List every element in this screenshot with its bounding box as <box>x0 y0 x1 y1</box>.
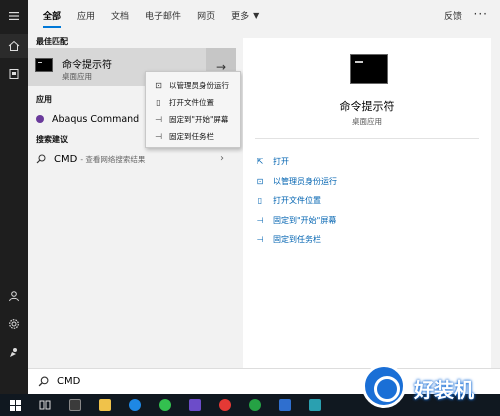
detail-panel: 命令提示符 桌面应用 ⇱ 打开 ⊡ 以管理员身份运行 ▯ 打开文件位置 ⊣ 固定到"开始… <box>243 38 491 368</box>
chevron-down-icon: ▼ <box>253 10 260 20</box>
search-suggestions-heading: 搜索建议 <box>36 135 68 144</box>
abaqus-app-icon <box>36 115 44 123</box>
web-suggestion-query: CMD <box>54 153 78 165</box>
abaqus-taskbar-icon[interactable] <box>300 394 330 416</box>
search-input[interactable]: CMD <box>57 376 80 387</box>
tab-web[interactable]: 网页 <box>197 0 215 30</box>
menu-item-label: 打开文件位置 <box>169 98 214 107</box>
tab-apps-label: 应用 <box>77 11 96 22</box>
tab-documents-label: 文档 <box>111 11 130 22</box>
detail-subtitle: 桌面应用 <box>352 117 382 126</box>
hamburger-menu-icon[interactable] <box>0 4 28 28</box>
task-view-icon[interactable] <box>30 394 60 416</box>
action-pin-to-start[interactable]: ⊣ 固定到"开始"屏幕 <box>255 211 337 231</box>
tab-web-label: 网页 <box>197 11 216 22</box>
watermark-text: 好装机 <box>414 378 474 402</box>
menu-item-run-as-admin[interactable]: ⊡ 以管理员身份运行 <box>146 77 240 94</box>
menu-item-label: 固定到任务栏 <box>169 132 214 141</box>
search-icon <box>38 376 49 387</box>
wechat-icon[interactable] <box>150 394 180 416</box>
file-explorer-icon[interactable] <box>90 394 120 416</box>
shield-run-icon: ⊡ <box>155 81 162 90</box>
action-label: 固定到任务栏 <box>273 235 321 245</box>
tab-apps[interactable]: 应用 <box>77 0 95 30</box>
start-windows-icon[interactable] <box>0 394 30 416</box>
menu-item-open-file-location[interactable]: ▯ 打开文件位置 <box>146 94 240 111</box>
more-options-icon[interactable]: ··· <box>474 7 488 21</box>
menu-item-label: 固定到"开始"屏幕 <box>169 115 229 124</box>
shield-run-icon: ⊡ <box>256 176 264 186</box>
user-icon[interactable] <box>0 284 28 308</box>
search-icon <box>36 154 46 164</box>
calculator-icon[interactable] <box>60 394 90 416</box>
chrome-icon[interactable] <box>210 394 240 416</box>
music-app-icon[interactable] <box>240 394 270 416</box>
best-match-subtitle: 桌面应用 <box>62 72 92 81</box>
pin-icon: ⊣ <box>155 115 162 124</box>
action-label: 以管理员身份运行 <box>273 176 337 186</box>
tab-more[interactable]: 更多 ▼ <box>231 0 259 30</box>
tab-email-label: 电子邮件 <box>145 11 182 22</box>
watermark-logo: 好装机 <box>358 360 500 416</box>
left-rail <box>0 0 28 394</box>
best-match-name: 命令提示符 <box>62 60 112 71</box>
feedback-link[interactable]: 反馈 <box>444 9 462 22</box>
menu-item-pin-to-start[interactable]: ⊣ 固定到"开始"屏幕 <box>146 111 240 128</box>
action-pin-to-taskbar[interactable]: ⊣ 固定到任务栏 <box>255 230 337 250</box>
tab-more-label: 更多 <box>231 11 250 22</box>
best-match-heading: 最佳匹配 <box>36 37 68 46</box>
divider <box>255 138 479 139</box>
tab-all-label: 全部 <box>43 11 62 22</box>
pin-icon: ⊣ <box>256 235 264 245</box>
web-suggestion-hint: - 查看网络搜索结果 <box>80 154 146 164</box>
file-location-icon: ▯ <box>257 196 263 206</box>
detail-actions: ⇱ 打开 ⊡ 以管理员身份运行 ▯ 打开文件位置 ⊣ 固定到"开始"屏幕 ⊣ 固定到任务栏 <box>255 152 337 250</box>
documents-icon[interactable] <box>0 62 28 86</box>
pin-icon: ⊣ <box>155 132 162 141</box>
menu-item-pin-to-taskbar[interactable]: ⊣ 固定到任务栏 <box>146 128 240 145</box>
tab-documents[interactable]: 文档 <box>111 0 129 30</box>
app-item-label: Abaqus Command <box>52 113 140 125</box>
search-scope-tabs: 全部 应用 文档 电子邮件 网页 更多 ▼ <box>28 0 500 30</box>
action-open[interactable]: ⇱ 打开 <box>255 152 337 172</box>
action-run-as-admin[interactable]: ⊡ 以管理员身份运行 <box>255 172 337 192</box>
open-icon: ⇱ <box>256 157 264 167</box>
action-open-file-location[interactable]: ▯ 打开文件位置 <box>255 191 337 211</box>
home-icon[interactable] <box>0 34 28 58</box>
settings-gear-icon[interactable] <box>0 312 28 336</box>
chevron-right-icon: › <box>220 153 224 164</box>
tab-email[interactable]: 电子邮件 <box>145 0 181 30</box>
feedback-hub-icon[interactable] <box>0 340 28 364</box>
command-prompt-icon <box>35 58 53 72</box>
tab-all[interactable]: 全部 <box>43 0 62 30</box>
detail-title: 命令提示符 <box>339 100 395 113</box>
file-location-icon: ▯ <box>156 98 161 107</box>
edge-browser-icon[interactable] <box>120 394 150 416</box>
action-label: 固定到"开始"屏幕 <box>273 215 337 225</box>
apps-heading: 应用 <box>36 95 52 104</box>
menu-item-label: 以管理员身份运行 <box>169 81 229 90</box>
action-label: 打开 <box>273 157 289 167</box>
context-menu: ⊡ 以管理员身份运行 ▯ 打开文件位置 ⊣ 固定到"开始"屏幕 ⊣ 固定到任务栏 <box>145 71 241 148</box>
action-label: 打开文件位置 <box>273 196 321 206</box>
command-prompt-large-icon <box>350 54 388 84</box>
web-suggestion-item[interactable]: CMD - 查看网络搜索结果 › <box>28 148 236 170</box>
watermark-logo-icon <box>362 364 406 408</box>
pin-icon: ⊣ <box>256 215 264 225</box>
notes-app-icon[interactable] <box>270 394 300 416</box>
display-app-icon[interactable] <box>180 394 210 416</box>
